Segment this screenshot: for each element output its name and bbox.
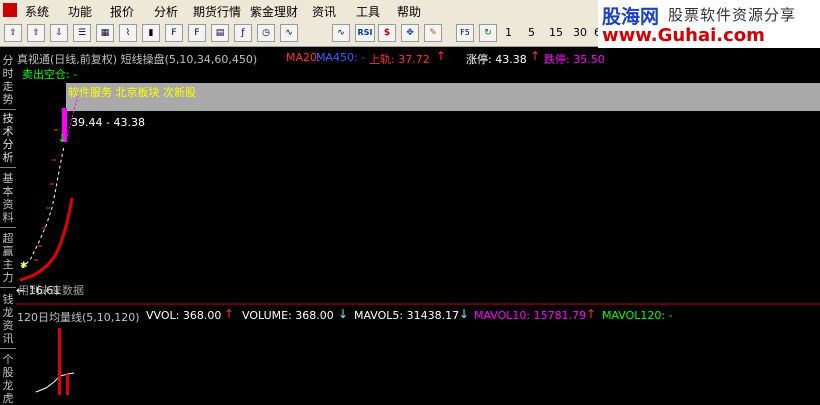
grid-icon[interactable]: ▦: [96, 24, 114, 42]
trend-icon[interactable]: ∿: [280, 24, 298, 42]
pencil-icon[interactable]: ✎: [424, 24, 442, 42]
brand-slogan: 股票软件资源分享: [668, 6, 797, 24]
arrow-up-icon[interactable]: ⇧: [4, 24, 22, 42]
ma-curve-red: [19, 197, 74, 282]
buy-arrow-icon: ↓: [57, 131, 67, 145]
period-1[interactable]: 1: [505, 26, 512, 39]
marker-icon: ✱: [20, 261, 28, 271]
menu-item-function[interactable]: 功能: [68, 3, 92, 20]
move-icon[interactable]: ✥: [401, 24, 419, 42]
vvol-value: VVOL: 368.00: [146, 309, 222, 322]
menu-item-system[interactable]: 系统: [25, 3, 49, 20]
price-chart: ↓ ✱: [16, 95, 820, 395]
arrow-up-icon[interactable]: ⇧: [27, 24, 45, 42]
volume-bar: [58, 328, 61, 395]
menu-item-tools[interactable]: 工具: [356, 3, 380, 20]
arrow-up-icon: ↑: [586, 307, 597, 321]
fx-icon[interactable]: ƒ: [234, 24, 252, 42]
ma-curve-magenta: [65, 95, 79, 141]
f10-icon[interactable]: F: [165, 24, 183, 42]
tab-dragon-tiger[interactable]: 个股龙虎: [0, 351, 16, 405]
volume-title: 120日均量线(5,10,120): [17, 311, 140, 324]
future-data-label: 用到未来数据: [18, 284, 84, 297]
volume-bar: [66, 374, 69, 395]
brand-banner: 股海网 股票软件资源分享 www.Guhai.com: [598, 0, 820, 48]
refresh-icon[interactable]: ↻: [479, 24, 497, 42]
tab-news[interactable]: 钱龙资讯: [0, 291, 16, 349]
tab-technical[interactable]: 技术分析: [0, 110, 16, 168]
doc-icon[interactable]: ▤: [211, 24, 229, 42]
line-chart-icon[interactable]: ⌇: [119, 24, 137, 42]
candle-icon[interactable]: ▮: [142, 24, 160, 42]
rsi-icon[interactable]: RSI: [355, 24, 375, 42]
clock-icon[interactable]: ◷: [257, 24, 275, 42]
mavol120-value: MAVOL120: -: [602, 309, 673, 322]
f12-icon[interactable]: F: [188, 24, 206, 42]
menu-item-futures[interactable]: 期货行情: [193, 3, 241, 20]
period-5[interactable]: 5: [528, 26, 535, 39]
menu-item-quote[interactable]: 报价: [110, 3, 134, 20]
brand-url: www.Guhai.com: [602, 25, 765, 46]
menu-item-help[interactable]: 帮助: [397, 3, 421, 20]
menu-item-analysis[interactable]: 分析: [154, 3, 178, 20]
mavol10-value: MAVOL10: 15781.79: [474, 309, 587, 322]
period-30[interactable]: 30: [573, 26, 587, 39]
menu-item-news[interactable]: 资讯: [312, 3, 336, 20]
tab-fundamentals[interactable]: 基本资料: [0, 170, 16, 228]
tab-main-force[interactable]: 超赢主力: [0, 230, 16, 288]
arrow-up-icon: ↑: [224, 307, 235, 321]
tab-intraday[interactable]: 分时走势: [0, 52, 16, 110]
menu-item-finance[interactable]: 紫金理财: [250, 3, 298, 20]
side-tabs: 分时走势 技术分析 基本资料 超赢主力 钱龙资讯 个股龙虎: [0, 48, 16, 405]
arrow-down-icon: ↓: [338, 307, 349, 321]
list-icon[interactable]: ☰: [73, 24, 91, 42]
chart-area[interactable]: 真视通(日线,前复权) 短线操盘(5,10,34,60,450) MA20: -…: [16, 48, 820, 395]
price-axis-ticks: [34, 129, 58, 261]
volume-value: VOLUME: 368.00: [242, 309, 334, 322]
arrow-down-icon[interactable]: ⇩: [50, 24, 68, 42]
arrow-down-icon: ↓: [459, 307, 470, 321]
dollar-icon[interactable]: $: [378, 24, 396, 42]
period-15[interactable]: 15: [549, 26, 563, 39]
app-logo-icon: [3, 3, 17, 17]
trend-icon[interactable]: ∿: [332, 24, 350, 42]
f5-icon[interactable]: F5: [456, 24, 474, 42]
mavol5-value: MAVOL5: 31438.17: [354, 309, 460, 322]
